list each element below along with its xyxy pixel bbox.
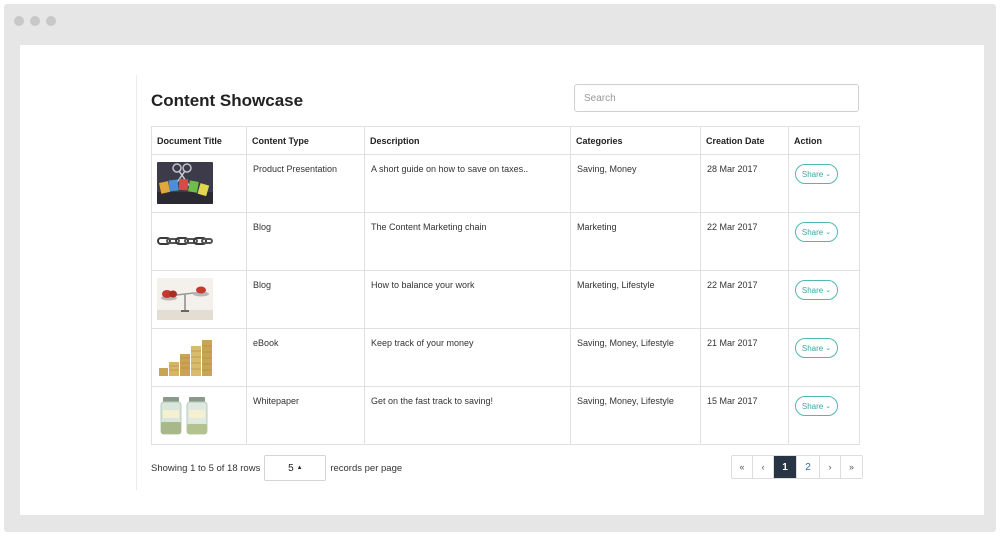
header-content-type[interactable]: Content Type — [246, 126, 365, 155]
action-cell: Share ⌄ — [788, 154, 860, 213]
creation-date-cell: 22 Mar 2017 — [700, 270, 789, 329]
table-header-row: Document Title Content Type Description … — [151, 126, 860, 155]
content-type-cell: eBook — [246, 328, 365, 387]
creation-date-cell: 28 Mar 2017 — [700, 154, 789, 213]
description-cell: Keep track of your money — [364, 328, 571, 387]
table-row[interactable]: Blog How to balance your work Marketing,… — [151, 270, 860, 329]
share-label: Share — [801, 401, 824, 411]
table-row[interactable]: Whitepaper Get on the fast track to savi… — [151, 386, 860, 445]
next-page-button[interactable]: › — [820, 456, 841, 478]
content-table: Document Title Content Type Description … — [151, 126, 860, 445]
pagination: « ‹ 1 2 › » — [731, 455, 863, 479]
content-panel: Content Showcase Document Title Content … — [136, 75, 863, 490]
action-cell: Share ⌄ — [788, 386, 860, 445]
share-label: Share — [801, 285, 824, 295]
page-size-value: 5 — [288, 462, 294, 474]
page-title: Content Showcase — [151, 91, 304, 110]
description-cell: How to balance your work — [364, 270, 571, 329]
page-2-button[interactable]: 2 — [797, 456, 820, 478]
categories-cell: Marketing — [570, 212, 701, 271]
action-cell: Share ⌄ — [788, 212, 860, 271]
header-action: Action — [788, 126, 860, 155]
records-per-page-label: records per page — [330, 462, 403, 474]
header-document-title[interactable]: Document Title — [151, 126, 247, 155]
scale-image — [157, 278, 213, 320]
chevron-down-icon: ⌄ — [825, 171, 832, 178]
share-button[interactable]: Share ⌄ — [795, 222, 838, 242]
description-cell: Get on the fast track to saving! — [364, 386, 571, 445]
creation-date-cell: 15 Mar 2017 — [700, 386, 789, 445]
showing-rows-text: Showing 1 to 5 of 18 rows — [151, 462, 261, 474]
document-thumbnail[interactable] — [151, 154, 247, 213]
content-type-cell: Blog — [246, 270, 365, 329]
chevron-down-icon: ⌄ — [825, 403, 832, 410]
first-page-button[interactable]: « — [732, 456, 753, 478]
action-cell: Share ⌄ — [788, 328, 860, 387]
categories-cell: Saving, Money — [570, 154, 701, 213]
header-description[interactable]: Description — [364, 126, 571, 155]
table-row[interactable]: Blog The Content Marketing chain Marketi… — [151, 212, 860, 271]
taxes-image — [157, 162, 213, 204]
search-input[interactable] — [574, 84, 859, 112]
creation-date-cell: 22 Mar 2017 — [700, 212, 789, 271]
share-button[interactable]: Share ⌄ — [795, 164, 838, 184]
content-type-cell: Product Presentation — [246, 154, 365, 213]
creation-date-cell: 21 Mar 2017 — [700, 328, 789, 387]
coins-image — [157, 336, 213, 378]
content-type-cell: Blog — [246, 212, 365, 271]
chevron-down-icon: ⌄ — [825, 287, 832, 294]
table-row[interactable]: eBook Keep track of your money Saving, M… — [151, 328, 860, 387]
page-1-button[interactable]: 1 — [774, 456, 797, 478]
chevron-down-icon: ⌄ — [825, 229, 832, 236]
share-label: Share — [801, 169, 824, 179]
share-label: Share — [801, 343, 824, 353]
minimize-dot-icon[interactable] — [30, 16, 40, 26]
share-label: Share — [801, 227, 824, 237]
share-button[interactable]: Share ⌄ — [795, 338, 838, 358]
document-thumbnail[interactable] — [151, 386, 247, 445]
window-controls — [14, 16, 56, 26]
chevron-down-icon: ⌄ — [825, 345, 832, 352]
page-size-select[interactable]: 5 ▲ — [264, 455, 327, 481]
caret-up-icon: ▲ — [296, 465, 303, 471]
header-creation-date[interactable]: Creation Date — [700, 126, 789, 155]
categories-cell: Marketing, Lifestyle — [570, 270, 701, 329]
document-thumbnail[interactable] — [151, 328, 247, 387]
close-dot-icon[interactable] — [14, 16, 24, 26]
categories-cell: Saving, Money, Lifestyle — [570, 328, 701, 387]
document-thumbnail[interactable] — [151, 212, 247, 271]
description-cell: A short guide on how to save on taxes.. — [364, 154, 571, 213]
action-cell: Share ⌄ — [788, 270, 860, 329]
jars-image — [157, 394, 213, 436]
share-button[interactable]: Share ⌄ — [795, 396, 838, 416]
table-row[interactable]: Product Presentation A short guide on ho… — [151, 154, 860, 213]
maximize-dot-icon[interactable] — [46, 16, 56, 26]
content-type-cell: Whitepaper — [246, 386, 365, 445]
document-thumbnail[interactable] — [151, 270, 247, 329]
categories-cell: Saving, Money, Lifestyle — [570, 386, 701, 445]
browser-window: Content Showcase Document Title Content … — [4, 4, 996, 532]
page-viewport: Content Showcase Document Title Content … — [20, 45, 984, 515]
table-footer: Showing 1 to 5 of 18 rows 5 ▲ records pe… — [151, 455, 402, 481]
last-page-button[interactable]: » — [841, 456, 862, 478]
prev-page-button[interactable]: ‹ — [753, 456, 774, 478]
header-categories[interactable]: Categories — [570, 126, 701, 155]
share-button[interactable]: Share ⌄ — [795, 280, 838, 300]
chain-image — [157, 220, 213, 262]
description-cell: The Content Marketing chain — [364, 212, 571, 271]
